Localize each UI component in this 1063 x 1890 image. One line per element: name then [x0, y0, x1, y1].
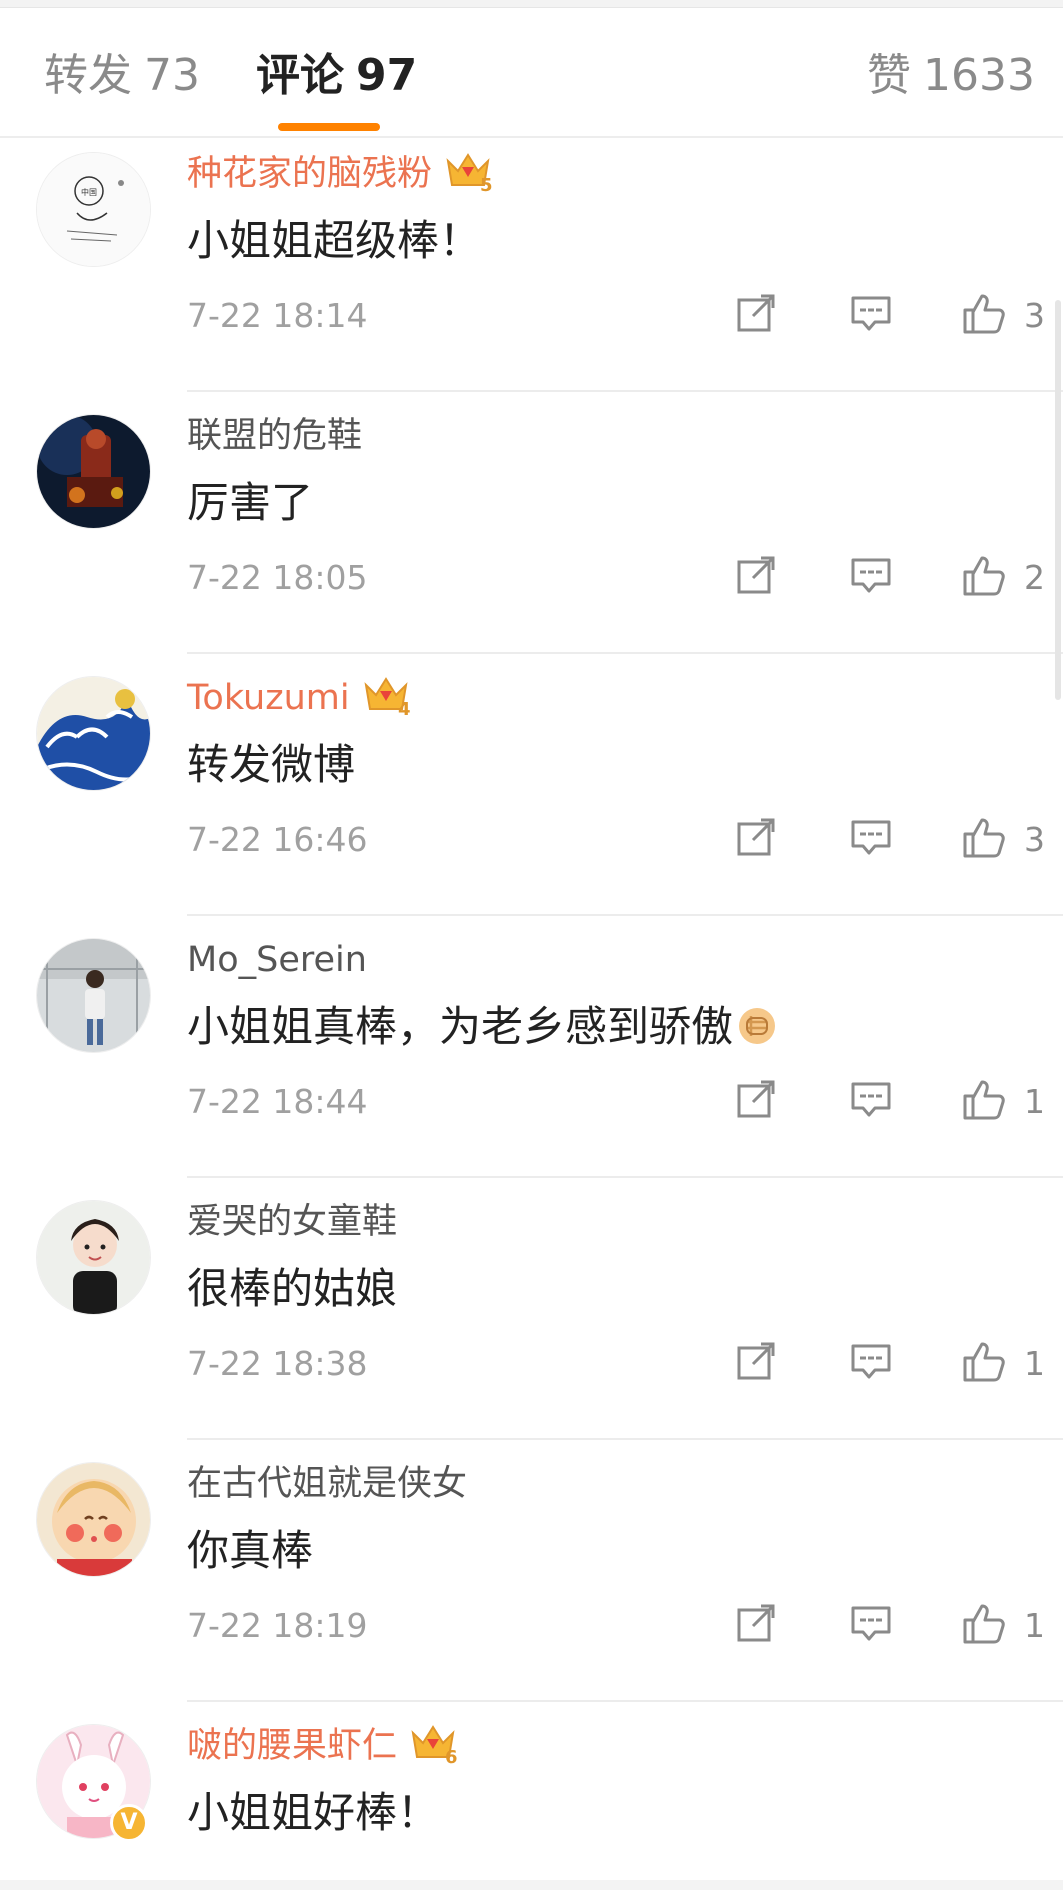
comment-text: 厉害了 [187, 478, 314, 527]
comment-item: V 啵的腰果虾仁 6 小姐姐好棒！ [0, 1702, 1063, 1880]
username-text: Mo_Serein [187, 940, 367, 980]
avatar[interactable] [36, 676, 151, 791]
comment-item: Mo_Serein 小姐姐真棒，为老乡感到骄傲 7-22 18:44 1 [0, 916, 1063, 1178]
avatar[interactable] [36, 1462, 151, 1577]
comment-text: 很棒的姑娘 [187, 1264, 398, 1313]
tab-bar: 转发 73 评论 97 赞 1633 [0, 8, 1063, 138]
username-text: 啵的腰果虾仁 [187, 1726, 398, 1766]
username[interactable]: 联盟的危鞋 [187, 412, 362, 460]
repost-icon[interactable] [733, 552, 779, 598]
tab-comments-count: 97 [356, 50, 418, 101]
bottom-edge [0, 1880, 1063, 1890]
comment-icon[interactable] [848, 290, 894, 336]
vip-level: 5 [480, 175, 493, 195]
avatar[interactable] [36, 1200, 151, 1315]
username-text: 种花家的脑残粉 [187, 154, 433, 194]
comment-icon[interactable] [848, 552, 894, 598]
svg-text:中国: 中国 [81, 187, 97, 197]
comment-item: 联盟的危鞋 厉害了 7-22 18:05 2 [0, 392, 1063, 654]
comment-time: 7-22 18:14 [187, 296, 368, 335]
fist-emoji-icon [737, 1006, 777, 1046]
username[interactable]: 在古代姐就是侠女 [187, 1460, 467, 1508]
repost-icon[interactable] [733, 290, 779, 336]
comment-text-content: 小姐姐真棒，为老乡感到骄傲 [187, 1002, 734, 1051]
repost-icon[interactable] [733, 1338, 779, 1384]
comment-icon[interactable] [848, 814, 894, 860]
comment-text: 小姐姐超级棒！ [187, 216, 482, 265]
comment-text: 小姐姐好棒！ [187, 1788, 440, 1837]
tab-likes-count: 1633 [923, 50, 1035, 101]
comment-item: Tokuzumi 4 转发微博 7-22 16:46 3 [0, 654, 1063, 916]
like-icon[interactable] [960, 1076, 1006, 1122]
like-icon[interactable] [960, 1600, 1006, 1646]
repost-icon[interactable] [733, 1600, 779, 1646]
like-icon[interactable] [960, 814, 1006, 860]
like-count: 1 [1024, 1344, 1045, 1383]
comment-time: 7-22 18:44 [187, 1082, 368, 1121]
tab-repost-count: 73 [144, 50, 200, 101]
comment-item: 中国 种花家的脑残粉 5 小姐姐超级棒！ 7-22 18:14 3 [0, 130, 1063, 392]
like-icon[interactable] [960, 552, 1006, 598]
username-text: Tokuzumi [187, 678, 350, 718]
like-count: 1 [1024, 1082, 1045, 1121]
like-count: 1 [1024, 1606, 1045, 1645]
vip-crown-icon[interactable]: 6 [407, 1719, 459, 1767]
avatar[interactable]: 中国 [36, 152, 151, 267]
username[interactable]: Tokuzumi 4 [187, 674, 412, 723]
comment-text: 转发微博 [187, 740, 356, 789]
avatar[interactable] [36, 414, 151, 529]
comment-icon[interactable] [848, 1338, 894, 1384]
repost-icon[interactable] [733, 1076, 779, 1122]
username[interactable]: 种花家的脑残粉 5 [187, 150, 494, 199]
vip-level: 6 [445, 1747, 458, 1767]
verified-badge-icon: V [110, 1804, 148, 1842]
repost-icon[interactable] [733, 814, 779, 860]
username[interactable]: Mo_Serein [187, 936, 367, 984]
comment-time: 7-22 18:19 [187, 1606, 368, 1645]
comment-icon[interactable] [848, 1600, 894, 1646]
vip-crown-icon[interactable]: 5 [442, 147, 494, 195]
tab-repost-label: 转发 [44, 50, 132, 101]
like-count: 3 [1024, 820, 1045, 859]
username[interactable]: 爱哭的女童鞋 [187, 1198, 397, 1246]
scrollbar[interactable] [1055, 300, 1061, 700]
like-count: 2 [1024, 558, 1045, 597]
username-text: 联盟的危鞋 [187, 416, 363, 456]
tab-likes[interactable]: 赞 1633 [867, 48, 1035, 104]
like-icon[interactable] [960, 290, 1006, 336]
tab-comments[interactable]: 评论 97 [256, 48, 417, 104]
tab-repost[interactable]: 转发 73 [44, 48, 200, 104]
comment-text: 你真棒 [187, 1526, 314, 1575]
username-text: 爱哭的女童鞋 [187, 1202, 398, 1242]
tab-comments-label: 评论 [256, 50, 344, 101]
tab-likes-label: 赞 [867, 50, 912, 101]
like-icon[interactable] [960, 1338, 1006, 1384]
vip-level: 4 [398, 699, 411, 719]
comment-time: 7-22 18:38 [187, 1344, 368, 1383]
username-text: 在古代姐就是侠女 [187, 1464, 468, 1504]
comment-time: 7-22 18:05 [187, 558, 368, 597]
comment-item: 在古代姐就是侠女 你真棒 7-22 18:19 1 [0, 1440, 1063, 1702]
comment-item: 爱哭的女童鞋 很棒的姑娘 7-22 18:38 1 [0, 1178, 1063, 1440]
comment-time: 7-22 16:46 [187, 820, 368, 859]
like-count: 3 [1024, 296, 1045, 335]
comment-text: 小姐姐真棒，为老乡感到骄傲 [187, 998, 777, 1056]
avatar[interactable] [36, 938, 151, 1053]
username[interactable]: 啵的腰果虾仁 6 [187, 1722, 459, 1771]
top-edge [0, 0, 1063, 8]
vip-crown-icon[interactable]: 4 [360, 671, 412, 719]
comment-icon[interactable] [848, 1076, 894, 1122]
